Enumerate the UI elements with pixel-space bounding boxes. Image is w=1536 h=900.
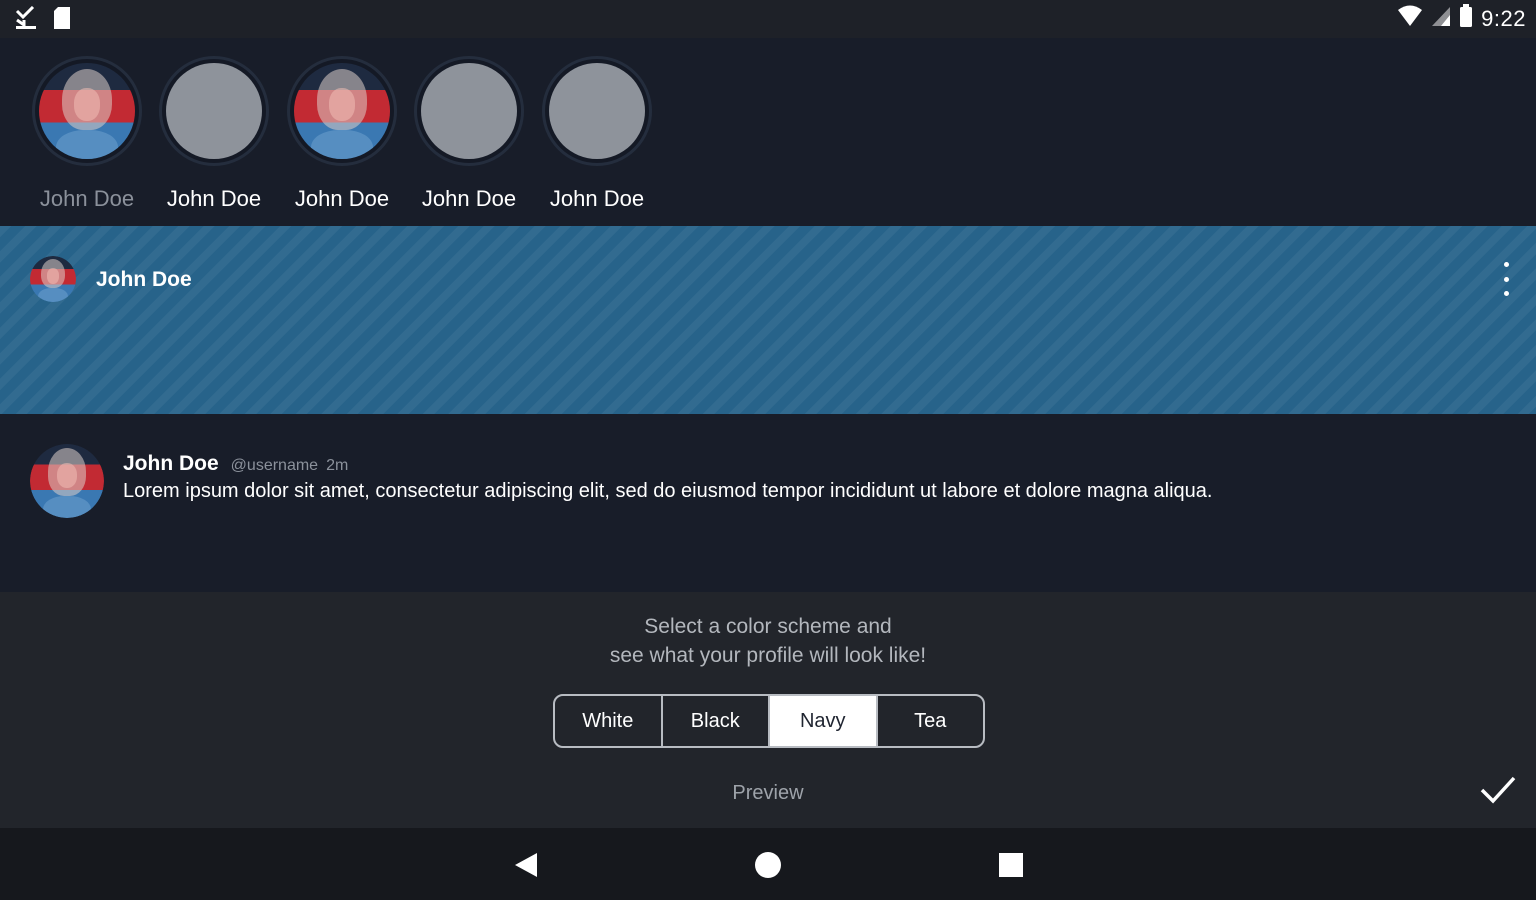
- story-avatar[interactable]: [159, 56, 269, 166]
- theme-picker-panel: Select a color scheme and see what your …: [0, 592, 1536, 828]
- theme-option-black[interactable]: Black: [663, 696, 770, 746]
- status-time: 9:22: [1481, 5, 1526, 31]
- theme-option-white[interactable]: White: [555, 696, 663, 746]
- story-avatar[interactable]: [32, 56, 142, 166]
- wifi-icon: [1397, 5, 1423, 32]
- status-bar: 9:22: [0, 0, 1536, 38]
- sd-card-icon: [52, 6, 72, 35]
- signal-icon: [1431, 5, 1451, 32]
- recents-icon[interactable]: [996, 850, 1026, 880]
- home-icon[interactable]: [753, 850, 783, 880]
- post-handle: @username: [230, 457, 319, 474]
- battery-icon: [1459, 4, 1473, 33]
- story-avatar[interactable]: [287, 56, 397, 166]
- theme-segmented-control: White Black Navy Tea: [553, 694, 985, 748]
- theme-option-navy[interactable]: Navy: [770, 696, 878, 746]
- story-avatar[interactable]: [414, 56, 524, 166]
- story-name: John Doe: [166, 186, 262, 211]
- profile-header: John Doe: [0, 226, 1536, 414]
- theme-option-tea[interactable]: Tea: [878, 696, 984, 746]
- story-item[interactable]: John Doe: [23, 56, 151, 212]
- back-icon[interactable]: [510, 850, 540, 880]
- check-icon[interactable]: [1478, 772, 1518, 808]
- story-item[interactable]: John Doe: [405, 56, 533, 212]
- story-item[interactable]: John Doe: [533, 56, 661, 212]
- story-item[interactable]: John Doe: [278, 56, 406, 212]
- theme-hint-line: Select a color scheme and: [644, 615, 892, 638]
- story-avatar[interactable]: [542, 56, 652, 166]
- story-name: John Doe: [294, 186, 390, 211]
- story-name: John Doe: [39, 186, 135, 211]
- more-vertical-icon[interactable]: [1498, 262, 1514, 296]
- preview-label: Preview: [732, 782, 804, 804]
- theme-hint-line: see what your profile will look like!: [609, 644, 927, 667]
- story-name: John Doe: [549, 186, 645, 211]
- post: John Doe @username 2m Lorem ipsum dolor …: [0, 414, 1536, 592]
- post-author: John Doe: [123, 452, 219, 475]
- post-body: Lorem ipsum dolor sit amet, consectetur …: [123, 480, 1213, 502]
- post-time: 2m: [326, 457, 349, 474]
- story-item[interactable]: John Doe: [150, 56, 278, 212]
- stories-row: John Doe John Doe John Doe John Doe John…: [0, 38, 1536, 226]
- story-name: John Doe: [421, 186, 517, 211]
- avatar[interactable]: [30, 256, 76, 302]
- theme-hint: Select a color scheme and see what your …: [0, 612, 1536, 670]
- navigation-bar: [0, 828, 1536, 900]
- avatar[interactable]: [30, 444, 104, 518]
- download-done-icon: [14, 5, 38, 35]
- profile-name: John Doe: [96, 268, 192, 291]
